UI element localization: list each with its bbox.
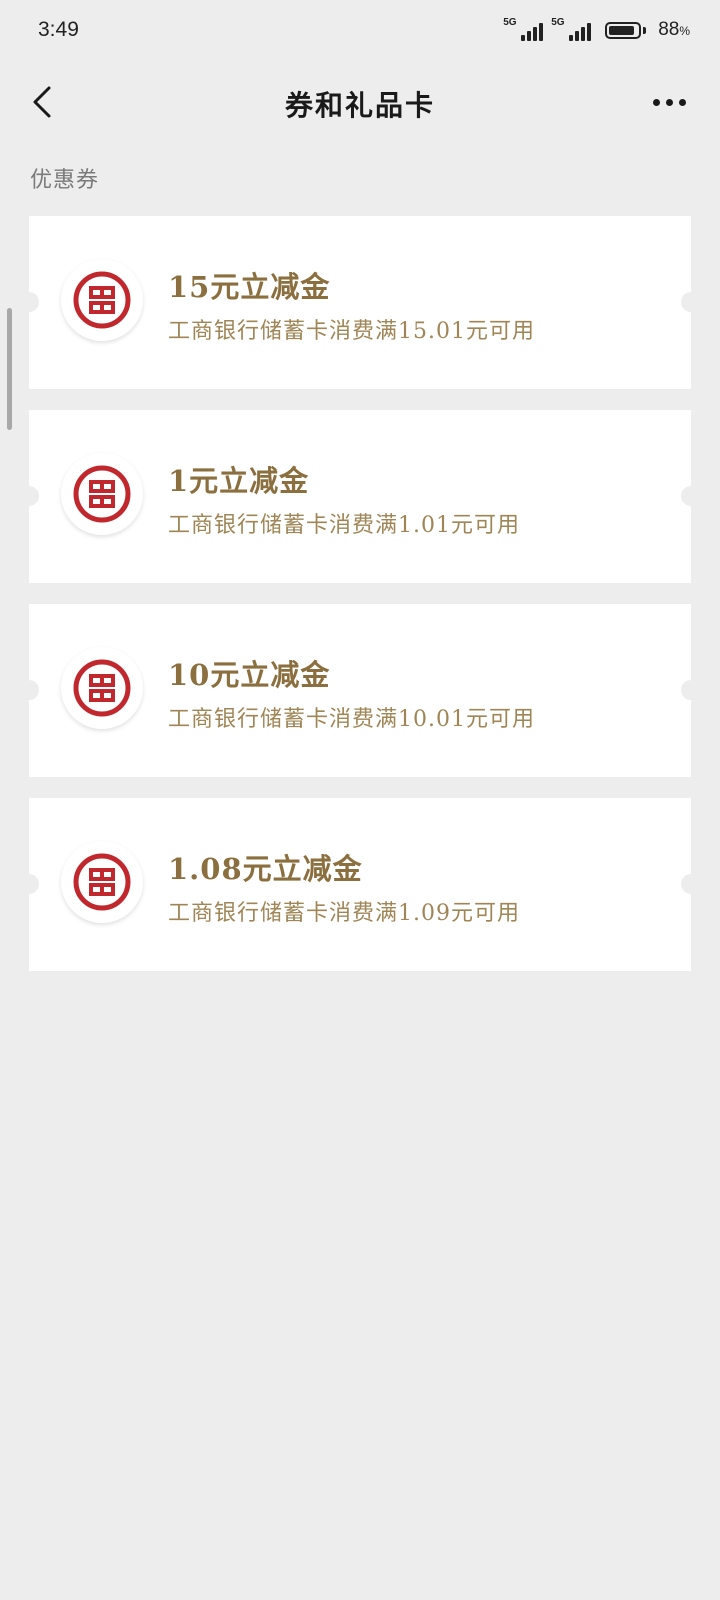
section-label-coupons: 优惠券 [30,168,100,193]
coupon-title: 1元立减金 [168,464,310,498]
icbc-logo-icon [61,453,143,535]
coupon-card[interactable]: 1.08元立减金 工商银行储蓄卡消费满1.09元可用 [19,798,701,971]
battery-icon [605,21,647,39]
coupon-description: 工商银行储蓄卡消费满1.01元可用 [168,513,520,538]
status-icons: 5G 5G 88% [503,16,690,44]
network-type-1: 5G [503,17,517,28]
battery-fill [609,25,634,35]
signal-icon-1: 5G [503,17,544,43]
more-dots-icon [652,98,660,106]
network-type-2: 5G [551,17,565,28]
coupon-card[interactable]: 10元立减金 工商银行储蓄卡消费满10.01元可用 [19,604,701,777]
coupon-description: 工商银行储蓄卡消费满1.09元可用 [168,901,520,926]
signal-icon-2: 5G [551,17,592,43]
coupon-title: 10元立减金 [168,658,331,692]
icbc-logo-icon [61,647,143,729]
coupon-title: 15元立减金 [168,270,331,304]
signal-bars-icon [521,23,544,41]
coupon-description: 工商银行储蓄卡消费满10.01元可用 [168,707,535,732]
coupon-title: 1.08元立减金 [168,852,363,886]
coupon-description: 工商银行储蓄卡消费满15.01元可用 [168,319,535,344]
status-time: 3:49 [38,18,79,41]
icbc-logo-icon [61,259,143,341]
coupon-list: 15元立减金 工商银行储蓄卡消费满15.01元可用 1元立减金 工商银行储蓄卡消… [19,216,701,992]
status-bar: 3:49 5G 5G 88% [0,0,720,62]
nav-bar: 券和礼品卡 [0,62,720,142]
scrollbar[interactable] [7,308,12,430]
page-title: 券和礼品卡 [284,89,435,122]
signal-bars-icon [569,23,592,41]
battery-percent: 88% [658,19,690,40]
more-button[interactable] [644,80,694,124]
icbc-logo-icon [61,841,143,923]
coupon-card[interactable]: 1元立减金 工商银行储蓄卡消费满1.01元可用 [19,410,701,583]
coupon-card[interactable]: 15元立减金 工商银行储蓄卡消费满15.01元可用 [19,216,701,389]
coupons-page: 3:49 5G 5G 88% 券和礼品卡 优惠券 15元立减金 工商银行储蓄卡消… [0,0,720,1600]
